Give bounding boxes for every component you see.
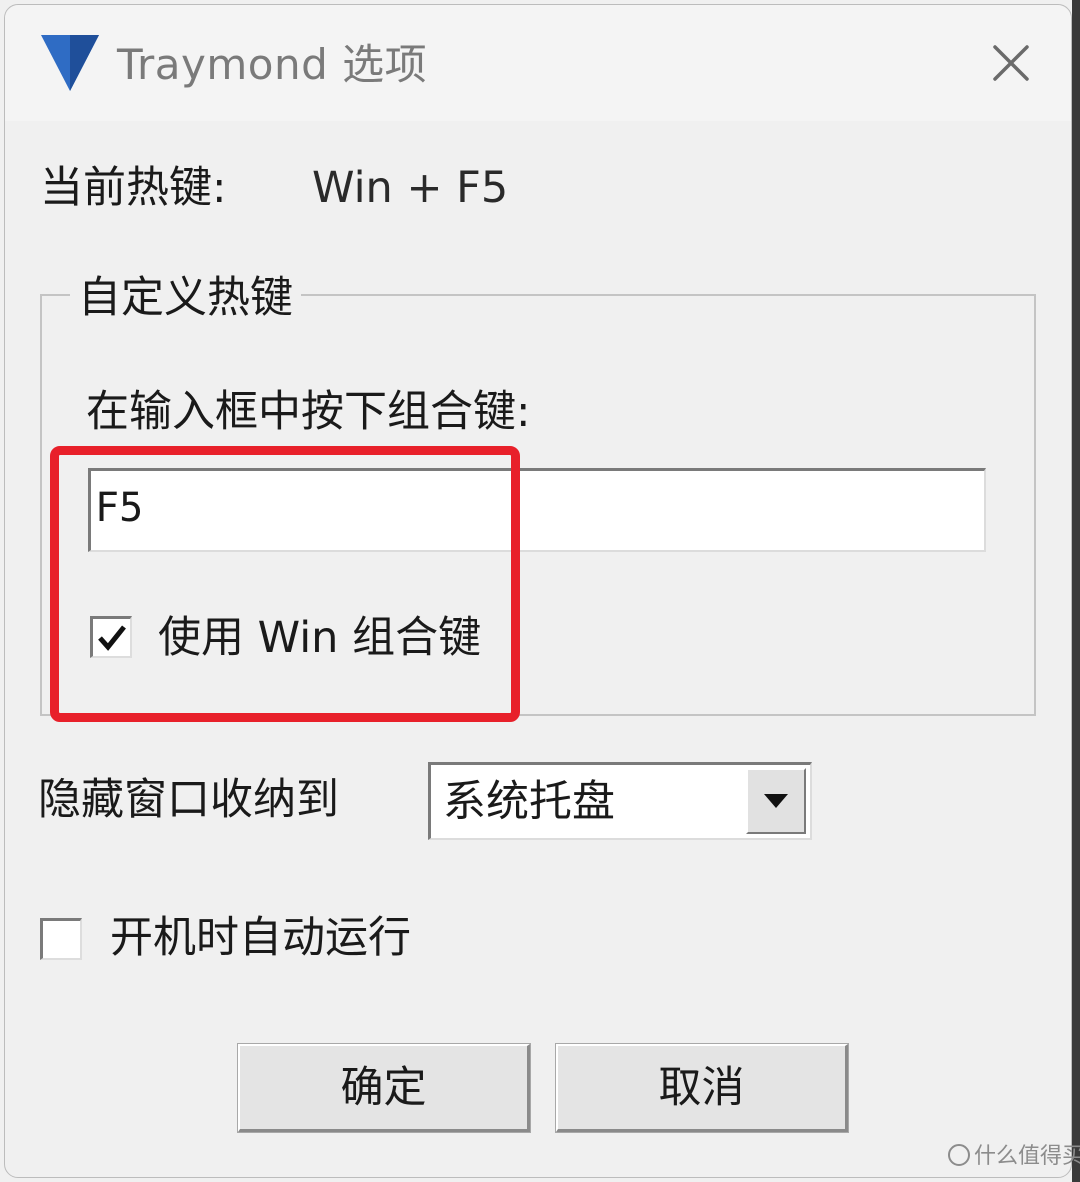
hotkey-input[interactable]: F5: [88, 468, 986, 552]
close-icon[interactable]: [983, 35, 1039, 91]
cancel-button[interactable]: 取消: [556, 1044, 848, 1132]
current-hotkey-label: 当前热键:: [40, 163, 227, 213]
watermark: 什么值得买: [948, 1142, 1080, 1172]
ok-button[interactable]: 确定: [238, 1044, 530, 1132]
traymond-logo-icon: [41, 35, 99, 91]
watermark-text: 什么值得买: [974, 1144, 1080, 1169]
autostart-checkbox-label[interactable]: 开机时自动运行: [110, 910, 411, 966]
checkmark-icon: [98, 625, 126, 651]
custom-hotkey-group-title: 自定义热键: [70, 268, 301, 328]
title-bar[interactable]: Traymond 选项: [5, 5, 1071, 121]
current-hotkey-value: Win + F5: [312, 163, 509, 213]
window-title: Traymond 选项: [117, 40, 428, 89]
minimize-to-selected-value: 系统托盘: [443, 777, 615, 827]
minimize-to-label: 隐藏窗口收纳到: [38, 775, 339, 825]
dropdown-button[interactable]: [746, 768, 806, 834]
watermark-logo-icon: [948, 1144, 970, 1166]
chevron-down-icon: [764, 794, 788, 808]
screenshot: Traymond 选项 当前热键: Win + F5 自定义热键 在输入框中按下…: [0, 0, 1080, 1182]
use-win-checkbox[interactable]: [90, 616, 132, 658]
background-strip: [1072, 0, 1080, 1182]
hotkey-instruction: 在输入框中按下组合键:: [86, 387, 531, 437]
autostart-checkbox[interactable]: [40, 918, 82, 960]
minimize-to-select[interactable]: 系统托盘: [428, 762, 812, 840]
use-win-checkbox-label[interactable]: 使用 Win 组合键: [158, 610, 481, 666]
